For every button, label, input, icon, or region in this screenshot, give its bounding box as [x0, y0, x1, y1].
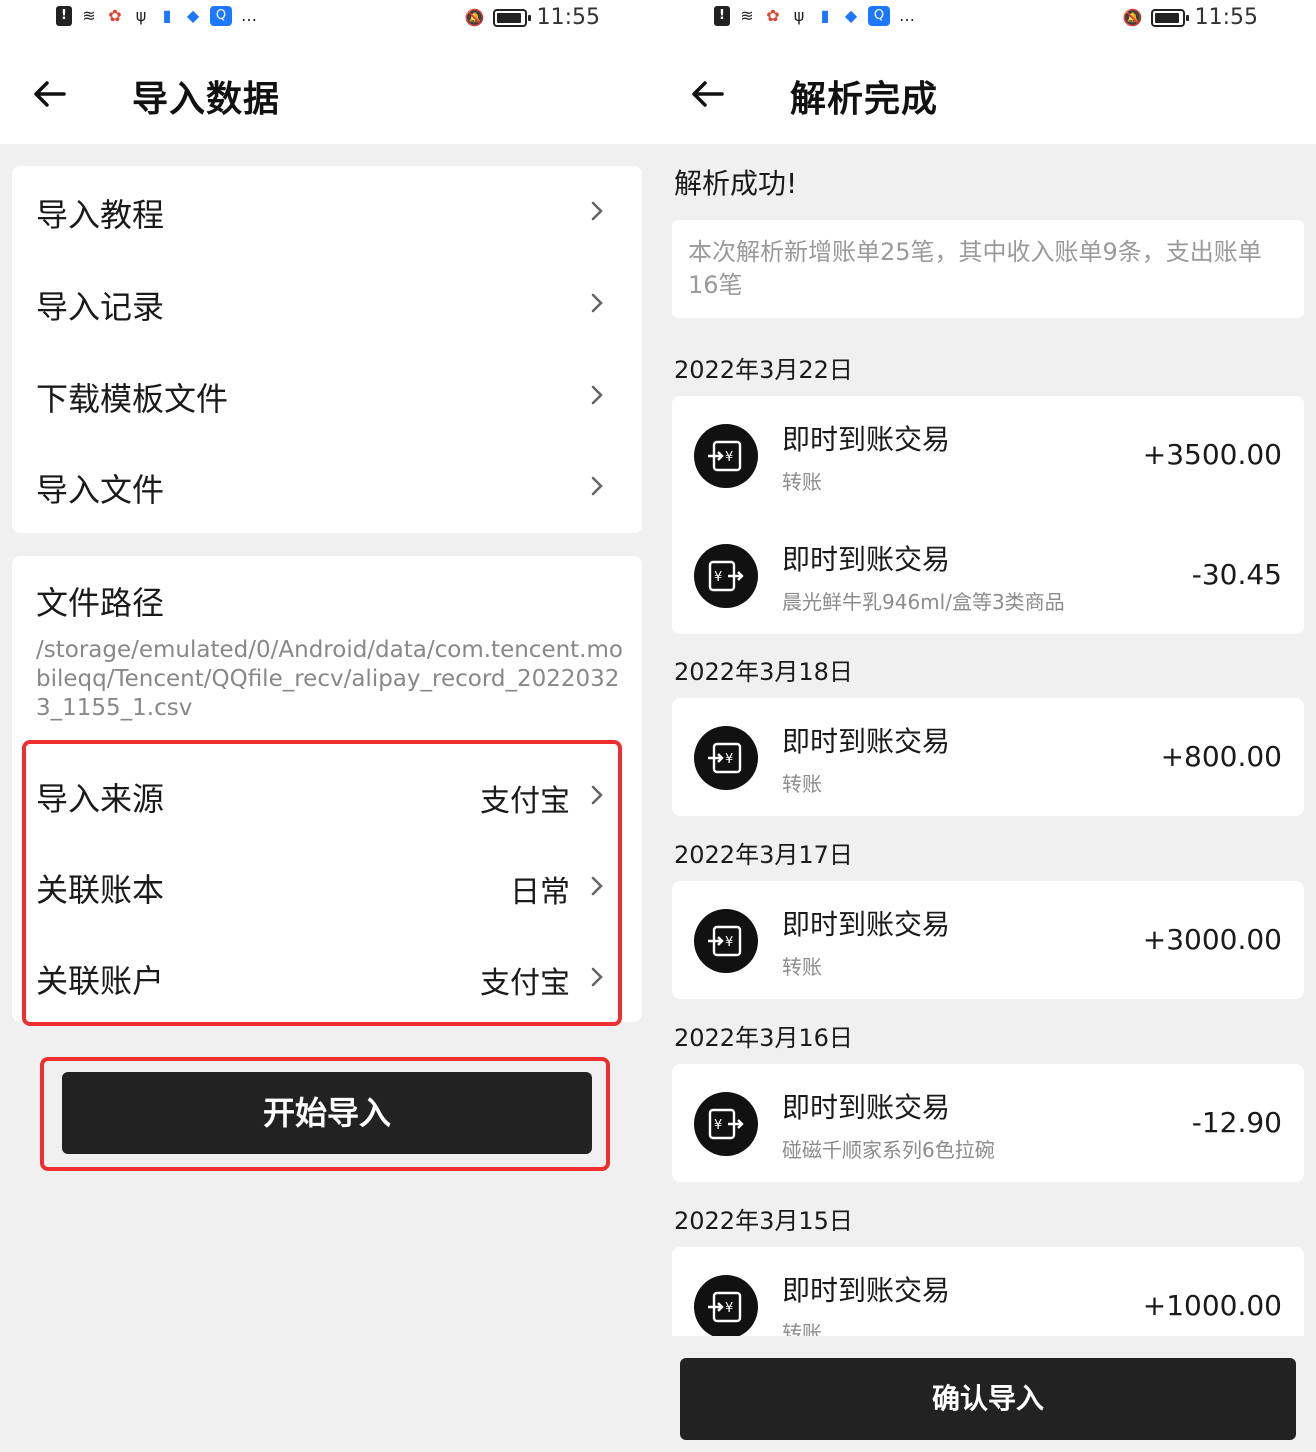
- back-arrow-icon[interactable]: [30, 74, 70, 114]
- top-app-bar: ! ≋ ✿ ψ ▮ ◆ Q … 🔕 11:55 解析完成: [658, 0, 1316, 144]
- expense-transfer-icon: ¥: [694, 1092, 758, 1156]
- app-icon: Q: [210, 6, 232, 26]
- transaction-desc: 晨光鲜牛乳946ml/盒等3类商品: [782, 590, 1065, 614]
- menu-item-label: 下载模板文件: [36, 380, 229, 418]
- status-bar: ! ≋ ✿ ψ ▮ ◆ Q … 🔕 11:55: [658, 0, 1316, 40]
- transaction-card: ¥ 即时到账交易 碰磁千顺家系列6色拉碗 -12.90: [672, 1064, 1304, 1182]
- usb-icon: ψ: [793, 6, 805, 25]
- status-time: 11:55: [536, 5, 600, 30]
- transaction-desc: 碰磁千顺家系列6色拉碗: [782, 1138, 995, 1162]
- file-path-value: /storage/emulated/0/Android/data/com.ten…: [36, 637, 623, 721]
- chevron-right-icon: [591, 201, 603, 221]
- chevron-right-icon: [591, 476, 603, 496]
- transaction-name: 即时到账交易: [782, 423, 951, 456]
- app-color-icon: ✿: [108, 6, 122, 25]
- app-color-icon: ✿: [766, 6, 780, 25]
- transaction-card: ¥ 即时到账交易 转账 +3000.00: [672, 881, 1304, 999]
- more-icon: …: [241, 6, 257, 25]
- shield-icon: ◆: [186, 6, 200, 25]
- transaction-amount: +3000.00: [1142, 923, 1282, 956]
- transaction-desc: 转账: [782, 955, 822, 979]
- date-header: 2022年3月22日: [674, 356, 853, 384]
- income-transfer-icon: ¥: [694, 424, 758, 488]
- page-title: 解析完成: [790, 79, 939, 120]
- transaction-card: ¥ 即时到账交易 转账 +800.00: [672, 698, 1304, 816]
- menu-item-tutorial[interactable]: 导入教程: [12, 166, 642, 258]
- svg-text:¥: ¥: [725, 752, 733, 767]
- svg-text:¥: ¥: [725, 935, 733, 950]
- transaction-card: ¥ 即时到账交易 转账 +3500.00 ¥ 即时到账交易 晨光鲜牛乳946ml…: [672, 396, 1304, 634]
- date-header: 2022年3月15日: [674, 1207, 853, 1235]
- date-header: 2022年3月17日: [674, 841, 853, 869]
- app-icon: Q: [868, 6, 890, 26]
- chevron-right-icon: [591, 293, 603, 313]
- menu-item-label: 导入文件: [36, 471, 165, 509]
- svg-text:¥: ¥: [725, 450, 733, 465]
- transaction-name: 即时到账交易: [782, 543, 951, 576]
- more-icon: …: [899, 6, 915, 25]
- summary-box: 本次解析新增账单25笔，其中收入账单9条，支出账单16笔: [672, 220, 1304, 318]
- menu-item-import-file[interactable]: 导入文件: [12, 441, 642, 533]
- transaction-name: 即时到账交易: [782, 725, 951, 758]
- alert-icon: !: [56, 6, 72, 26]
- transaction-amount: -12.90: [1191, 1106, 1282, 1139]
- top-app-bar: ! ≋ ✿ ψ ▮ ◆ Q … 🔕 11:55 导入数据: [0, 0, 658, 144]
- highlight-button-box: [40, 1057, 610, 1171]
- alert-icon: !: [714, 6, 730, 26]
- parse-complete-screen: ! ≋ ✿ ψ ▮ ◆ Q … 🔕 11:55 解析完成 解析成功! 本次解析新…: [658, 0, 1316, 1452]
- battery-saver-icon: ▮: [162, 6, 172, 25]
- menu-item-label: 导入记录: [36, 288, 165, 326]
- transaction-amount: +1000.00: [1142, 1289, 1282, 1322]
- bottom-action-bar: 确认导入: [658, 1336, 1316, 1452]
- success-message: 解析成功!: [674, 167, 798, 200]
- import-data-screen: ! ≋ ✿ ψ ▮ ◆ Q … 🔕 11:55 导入数据 导入教程 导入记录 下…: [0, 0, 658, 1452]
- transaction-row[interactable]: ¥ 即时到账交易 转账 +800.00: [672, 698, 1304, 816]
- date-header: 2022年3月16日: [674, 1024, 853, 1052]
- usb-icon: ψ: [135, 6, 147, 25]
- income-transfer-icon: ¥: [694, 726, 758, 790]
- chevron-right-icon: [591, 385, 603, 405]
- menu-item-download-template[interactable]: 下载模板文件: [12, 350, 642, 442]
- transaction-row[interactable]: ¥ 即时到账交易 晨光鲜牛乳946ml/盒等3类商品 -30.45: [672, 516, 1304, 634]
- status-time: 11:55: [1194, 5, 1258, 30]
- income-transfer-icon: ¥: [694, 909, 758, 973]
- transaction-name: 即时到账交易: [782, 1091, 951, 1124]
- wifi-icon: ≋: [82, 6, 96, 25]
- transaction-row[interactable]: ¥ 即时到账交易 碰磁千顺家系列6色拉碗 -12.90: [672, 1064, 1304, 1182]
- confirm-import-button[interactable]: 确认导入: [680, 1358, 1296, 1440]
- file-path-label: 文件路径: [36, 584, 165, 622]
- transaction-row[interactable]: ¥ 即时到账交易 转账 +3000.00: [672, 881, 1304, 999]
- status-bar: ! ≋ ✿ ψ ▮ ◆ Q … 🔕 11:55: [0, 0, 658, 40]
- menu-item-records[interactable]: 导入记录: [12, 258, 642, 350]
- transaction-name: 即时到账交易: [782, 1274, 951, 1307]
- wifi-icon: ≋: [740, 6, 754, 25]
- svg-text:¥: ¥: [725, 1301, 733, 1316]
- highlight-settings-box: [22, 740, 622, 1026]
- svg-text:¥: ¥: [714, 1118, 722, 1133]
- menu-item-label: 导入教程: [36, 196, 165, 234]
- battery-icon: [1150, 8, 1189, 27]
- income-transfer-icon: ¥: [694, 1275, 758, 1339]
- battery-icon: [492, 8, 531, 27]
- date-header: 2022年3月18日: [674, 658, 853, 686]
- battery-saver-icon: ▮: [820, 6, 830, 25]
- transaction-amount: -30.45: [1191, 558, 1282, 591]
- mute-icon: 🔕: [464, 7, 485, 27]
- transaction-desc: 转账: [782, 470, 822, 494]
- transaction-name: 即时到账交易: [782, 908, 951, 941]
- expense-transfer-icon: ¥: [694, 544, 758, 608]
- shield-icon: ◆: [844, 6, 858, 25]
- page-title: 导入数据: [132, 79, 281, 120]
- transaction-desc: 转账: [782, 772, 822, 796]
- back-arrow-icon[interactable]: [688, 74, 728, 114]
- transaction-amount: +3500.00: [1142, 438, 1282, 471]
- transaction-amount: +800.00: [1160, 740, 1282, 773]
- svg-text:¥: ¥: [714, 570, 722, 585]
- mute-icon: 🔕: [1122, 7, 1143, 27]
- menu-card: 导入教程 导入记录 下载模板文件 导入文件: [12, 166, 642, 533]
- transaction-row[interactable]: ¥ 即时到账交易 转账 +3500.00: [672, 396, 1304, 514]
